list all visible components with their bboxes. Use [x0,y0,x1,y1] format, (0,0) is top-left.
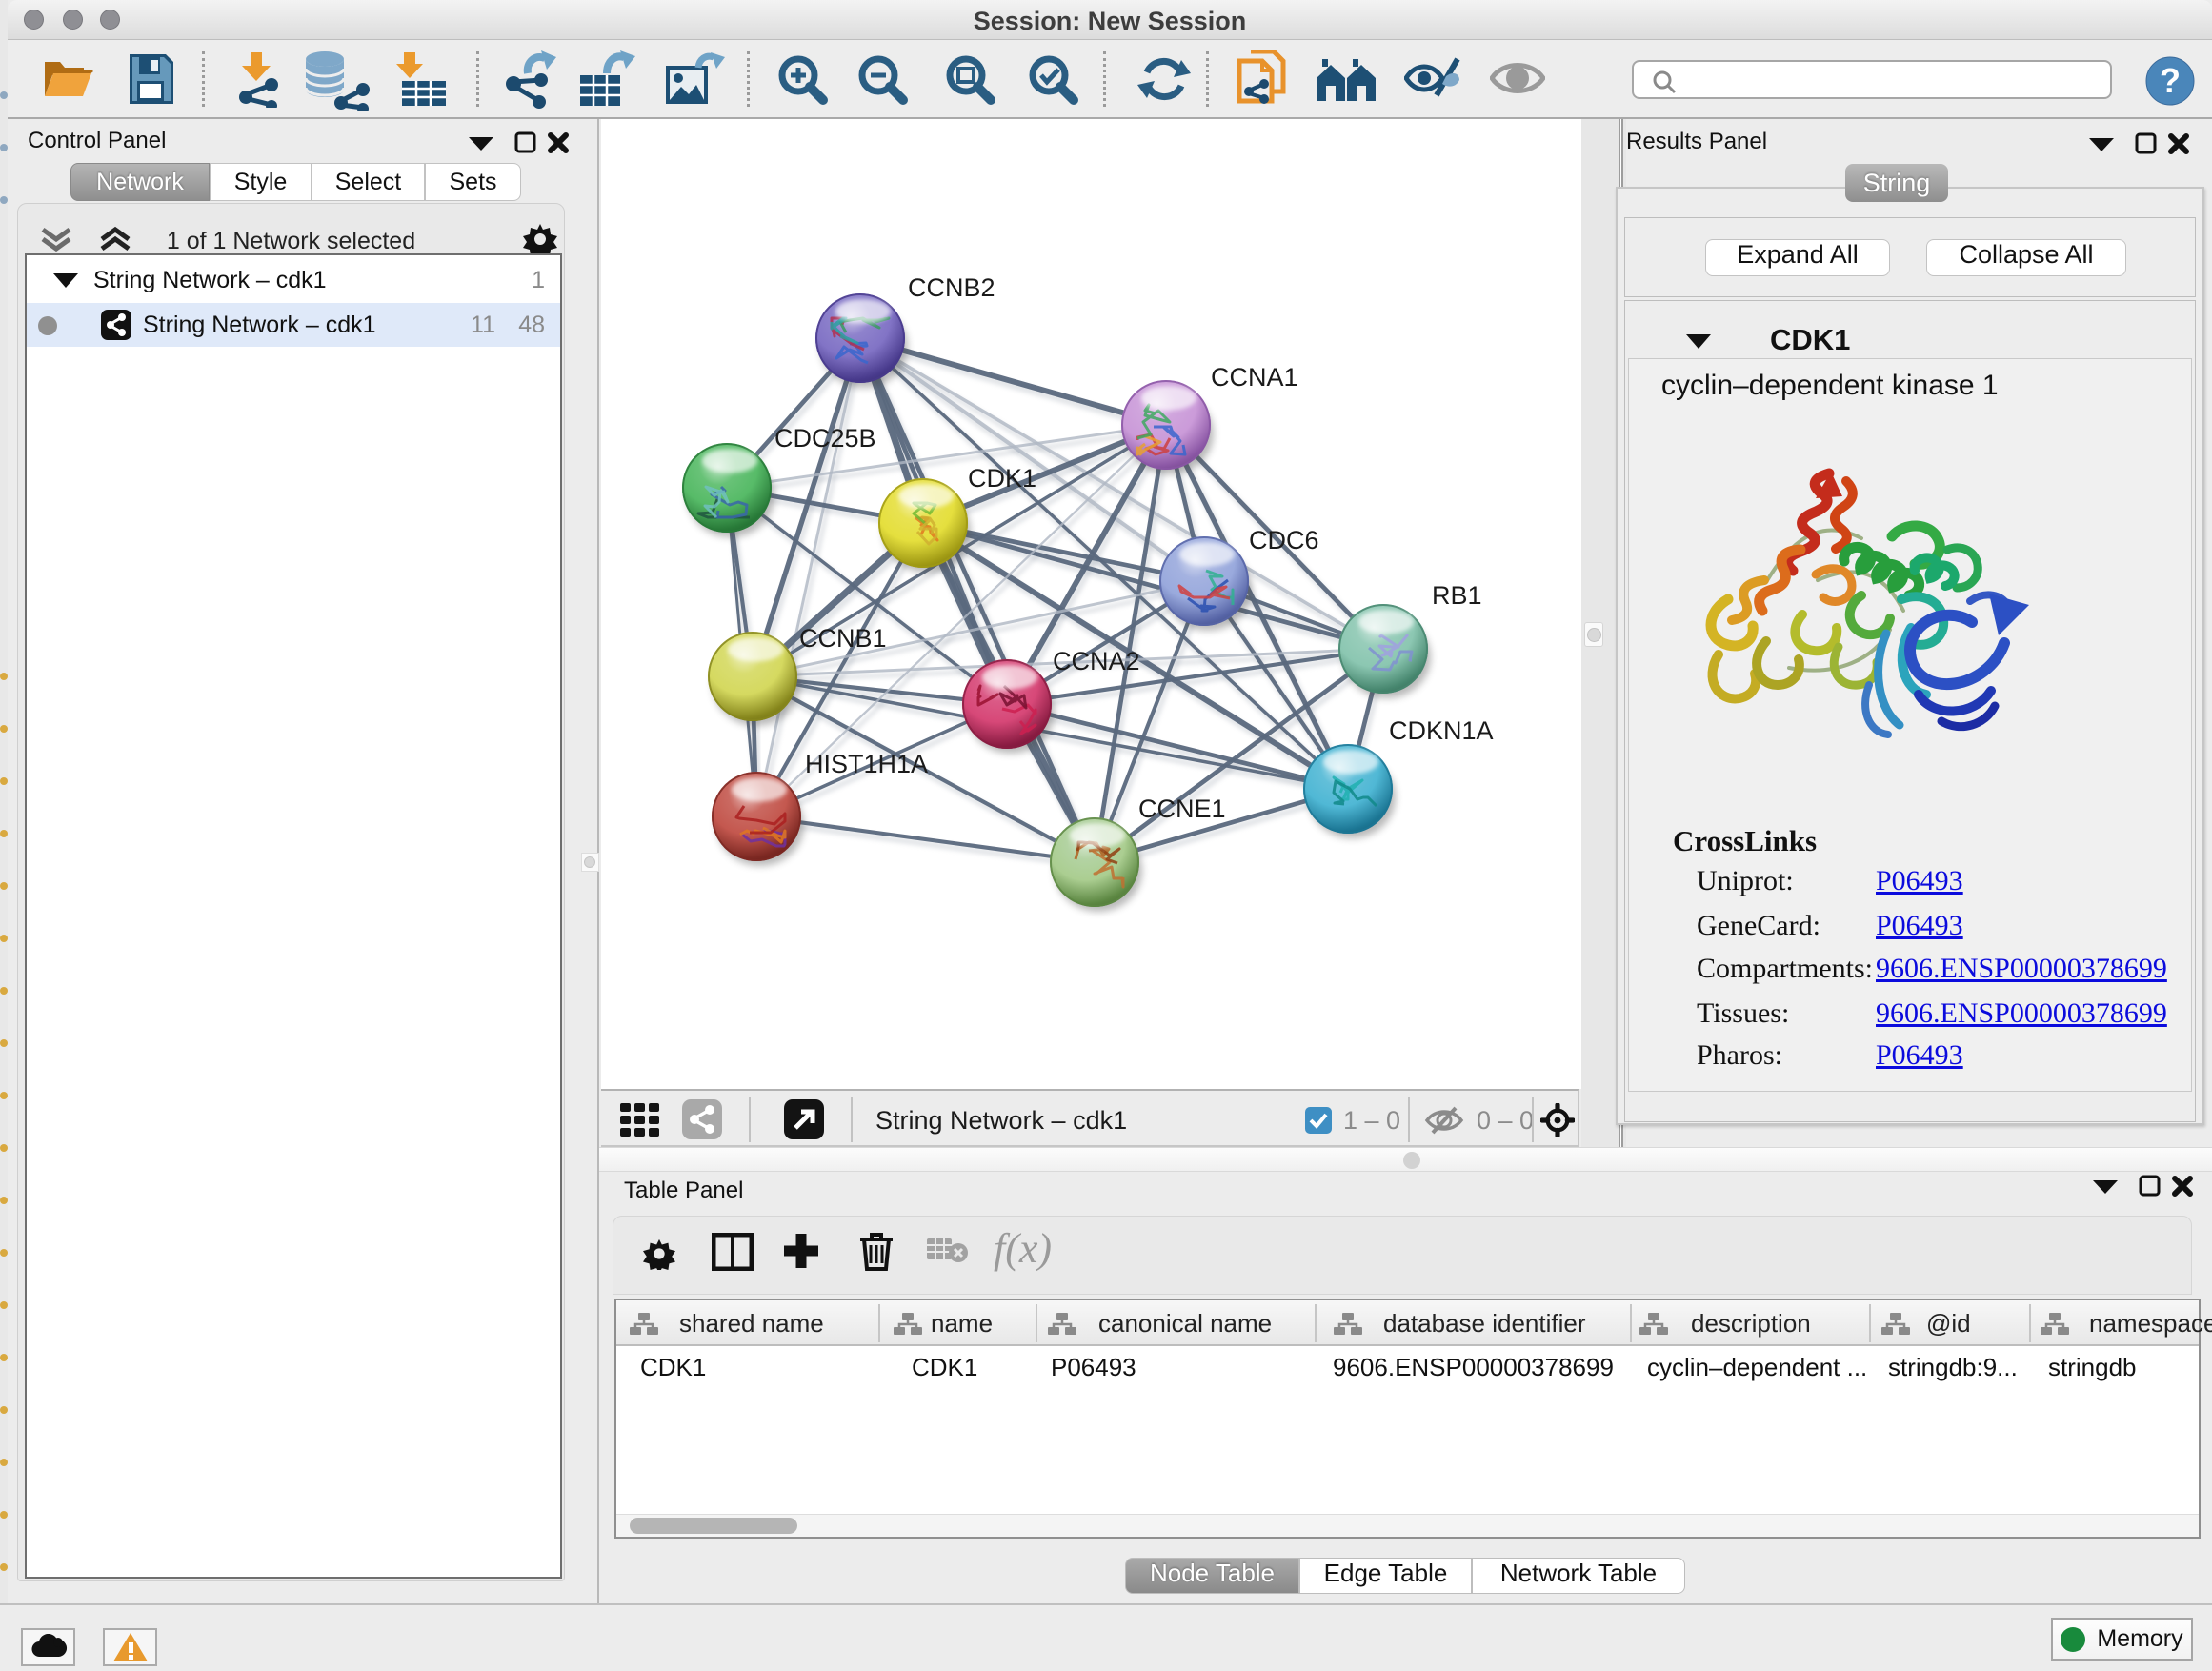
svg-text:CDC25B: CDC25B [774,424,876,453]
svg-text:CCNE1: CCNE1 [1138,795,1226,823]
svg-text:CDC6: CDC6 [1249,526,1319,554]
svg-text:CDK1: CDK1 [968,464,1036,493]
svg-text:RB1: RB1 [1432,581,1482,610]
svg-text:CDKN1A: CDKN1A [1389,716,1494,745]
svg-text:?: ? [2160,61,2181,100]
svg-text:CCNB1: CCNB1 [799,624,887,653]
svg-text:CCNA1: CCNA1 [1211,363,1298,392]
svg-text:CCNB2: CCNB2 [908,273,995,302]
svg-text:CCNA2: CCNA2 [1053,647,1140,675]
svg-text:HIST1H1A: HIST1H1A [805,750,928,778]
